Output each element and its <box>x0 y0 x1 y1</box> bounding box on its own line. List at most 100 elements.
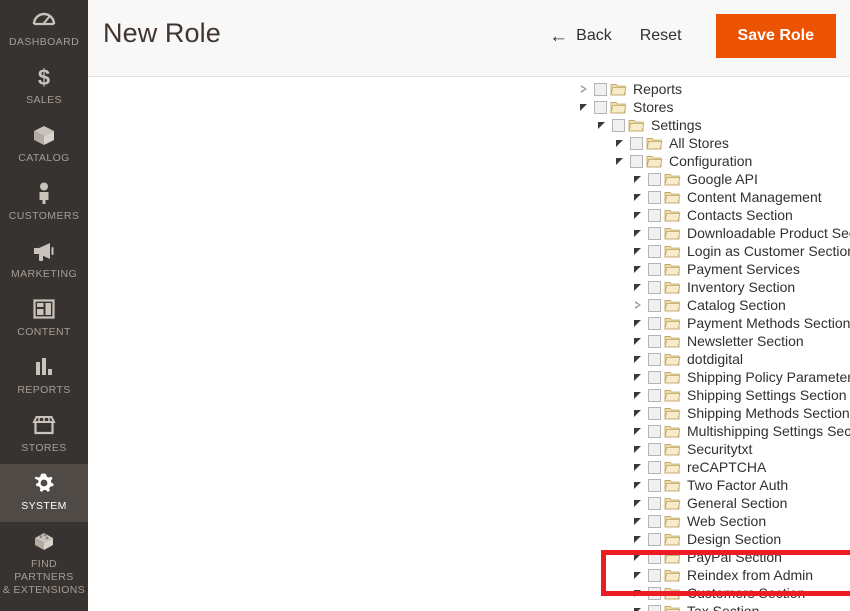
tree-expand-arrow-icon[interactable] <box>632 296 646 314</box>
tree-collapse-arrow-icon[interactable] <box>632 476 646 494</box>
tree-checkbox[interactable] <box>648 208 661 222</box>
tree-row[interactable]: Content Management <box>88 188 850 206</box>
tree-checkbox[interactable] <box>630 136 643 150</box>
tree-expand-arrow-icon[interactable] <box>578 80 592 98</box>
sidebar-item-dashboard[interactable]: DASHBOARD <box>0 0 88 58</box>
sidebar-item-reports[interactable]: REPORTS <box>0 348 88 406</box>
tree-collapse-arrow-icon[interactable] <box>632 458 646 476</box>
tree-row[interactable]: PayPal Section <box>88 548 850 566</box>
tree-row[interactable]: Google API <box>88 170 850 188</box>
tree-row[interactable]: Catalog Section <box>88 296 850 314</box>
tree-collapse-arrow-icon[interactable] <box>632 170 646 188</box>
tree-checkbox[interactable] <box>648 496 661 510</box>
tree-row[interactable]: Shipping Methods Section <box>88 404 850 422</box>
tree-checkbox[interactable] <box>648 172 661 186</box>
sidebar-item-sales[interactable]: $ SALES <box>0 58 88 116</box>
save-role-button[interactable]: Save Role <box>715 14 836 58</box>
tree-checkbox[interactable] <box>648 352 661 366</box>
tree-collapse-arrow-icon[interactable] <box>632 494 646 512</box>
tree-row[interactable]: Payment Methods Section <box>88 314 850 332</box>
tree-row[interactable]: Web Section <box>88 512 850 530</box>
tree-row[interactable]: Configuration <box>88 152 850 170</box>
tree-checkbox[interactable] <box>612 118 625 132</box>
tree-checkbox[interactable] <box>594 100 607 114</box>
tree-checkbox[interactable] <box>648 226 661 240</box>
tree-row[interactable]: reCAPTCHA <box>88 458 850 476</box>
tree-row[interactable]: Reports <box>88 80 850 98</box>
tree-row[interactable]: Payment Services <box>88 260 850 278</box>
tree-collapse-arrow-icon[interactable] <box>614 152 628 170</box>
tree-checkbox[interactable] <box>648 550 661 564</box>
tree-row[interactable]: Multishipping Settings Section <box>88 422 850 440</box>
tree-checkbox[interactable] <box>648 388 661 402</box>
tree-row[interactable]: Stores <box>88 98 850 116</box>
back-button[interactable]: ← Back <box>535 17 626 56</box>
tree-row[interactable]: Customers Section <box>88 584 850 602</box>
tree-collapse-arrow-icon[interactable] <box>632 386 646 404</box>
tree-row[interactable]: Downloadable Product Section <box>88 224 850 242</box>
tree-collapse-arrow-icon[interactable] <box>632 350 646 368</box>
tree-checkbox[interactable] <box>648 424 661 438</box>
tree-row[interactable]: Reindex from Admin <box>88 566 850 584</box>
tree-row[interactable]: General Section <box>88 494 850 512</box>
tree-collapse-arrow-icon[interactable] <box>632 224 646 242</box>
tree-collapse-arrow-icon[interactable] <box>632 260 646 278</box>
tree-collapse-arrow-icon[interactable] <box>632 404 646 422</box>
tree-collapse-arrow-icon[interactable] <box>632 242 646 260</box>
tree-row[interactable]: Contacts Section <box>88 206 850 224</box>
tree-row[interactable]: Two Factor Auth <box>88 476 850 494</box>
tree-collapse-arrow-icon[interactable] <box>632 206 646 224</box>
tree-row[interactable]: Login as Customer Section <box>88 242 850 260</box>
tree-checkbox[interactable] <box>648 442 661 456</box>
sidebar-item-customers[interactable]: CUSTOMERS <box>0 174 88 232</box>
sidebar-item-find-partners-extensions[interactable]: FIND PARTNERS & EXTENSIONS <box>0 522 88 606</box>
tree-checkbox[interactable] <box>648 568 661 582</box>
tree-checkbox[interactable] <box>648 478 661 492</box>
tree-row[interactable]: Inventory Section <box>88 278 850 296</box>
tree-checkbox[interactable] <box>648 190 661 204</box>
tree-row[interactable]: Securitytxt <box>88 440 850 458</box>
sidebar-item-catalog[interactable]: CATALOG <box>0 116 88 174</box>
tree-row[interactable]: Newsletter Section <box>88 332 850 350</box>
tree-collapse-arrow-icon[interactable] <box>632 440 646 458</box>
reset-button[interactable]: Reset <box>626 17 696 55</box>
tree-checkbox[interactable] <box>648 604 661 611</box>
sidebar-item-stores[interactable]: STORES <box>0 406 88 464</box>
tree-checkbox[interactable] <box>648 280 661 294</box>
tree-row[interactable]: All Stores <box>88 134 850 152</box>
tree-collapse-arrow-icon[interactable] <box>632 530 646 548</box>
tree-checkbox[interactable] <box>648 298 661 312</box>
tree-checkbox[interactable] <box>648 334 661 348</box>
tree-collapse-arrow-icon[interactable] <box>596 116 610 134</box>
tree-collapse-arrow-icon[interactable] <box>632 566 646 584</box>
tree-row[interactable]: Shipping Policy Parameters Section <box>88 368 850 386</box>
tree-collapse-arrow-icon[interactable] <box>632 422 646 440</box>
tree-checkbox[interactable] <box>648 586 661 600</box>
tree-collapse-arrow-icon[interactable] <box>632 314 646 332</box>
tree-row[interactable]: Settings <box>88 116 850 134</box>
tree-collapse-arrow-icon[interactable] <box>632 188 646 206</box>
tree-collapse-arrow-icon[interactable] <box>632 278 646 296</box>
tree-collapse-arrow-icon[interactable] <box>632 548 646 566</box>
tree-checkbox[interactable] <box>630 154 643 168</box>
tree-checkbox[interactable] <box>648 244 661 258</box>
role-resources-tree[interactable]: Reports Stores Settings All Stores Configura… <box>88 78 850 611</box>
tree-collapse-arrow-icon[interactable] <box>632 332 646 350</box>
tree-checkbox[interactable] <box>648 262 661 276</box>
tree-checkbox[interactable] <box>648 316 661 330</box>
sidebar-item-content[interactable]: CONTENT <box>0 290 88 348</box>
tree-checkbox[interactable] <box>648 514 661 528</box>
tree-row[interactable]: Shipping Settings Section <box>88 386 850 404</box>
tree-checkbox[interactable] <box>648 370 661 384</box>
sidebar-item-system[interactable]: SYSTEM <box>0 464 88 522</box>
sidebar-item-marketing[interactable]: MARKETING <box>0 232 88 290</box>
tree-checkbox[interactable] <box>648 532 661 546</box>
tree-collapse-arrow-icon[interactable] <box>632 512 646 530</box>
tree-checkbox[interactable] <box>594 82 607 96</box>
tree-collapse-arrow-icon[interactable] <box>632 368 646 386</box>
tree-collapse-arrow-icon[interactable] <box>578 98 592 116</box>
tree-row[interactable]: Tax Section <box>88 602 850 611</box>
tree-row[interactable]: dotdigital <box>88 350 850 368</box>
tree-collapse-arrow-icon[interactable] <box>614 134 628 152</box>
tree-collapse-arrow-icon[interactable] <box>632 602 646 611</box>
